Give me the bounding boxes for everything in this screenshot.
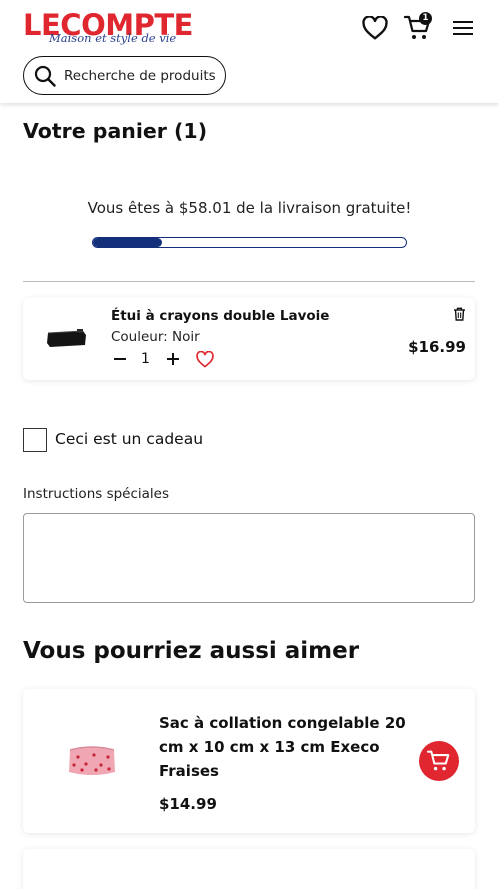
search-bar[interactable]: Recherche de produits	[23, 56, 226, 95]
free-shipping-message: Vous êtes à $58.01 de la livraison gratu…	[87, 199, 412, 217]
search-icon	[34, 65, 56, 87]
plus-icon	[167, 353, 179, 365]
product-thumbnail[interactable]	[65, 741, 119, 781]
menu-button[interactable]	[448, 12, 478, 44]
logo-tagline: Maison et style de vie	[49, 31, 177, 45]
cart-count-badge: 1	[419, 12, 432, 25]
trash-icon	[453, 307, 465, 321]
recommendation-price: $14.99	[159, 795, 217, 813]
recommendation-card	[23, 849, 475, 889]
logo[interactable]: LECOMPTE Maison et style de vie	[23, 10, 193, 46]
item-name[interactable]: Étui à crayons double Lavoie	[111, 308, 329, 324]
menu-icon	[453, 21, 473, 35]
cart-title: Votre panier (1)	[23, 119, 208, 143]
decrease-quantity-button[interactable]	[111, 350, 129, 368]
item-price: $16.99	[408, 338, 466, 356]
item-variant: Couleur: Noir	[111, 329, 200, 345]
increase-quantity-button[interactable]	[164, 350, 182, 368]
minus-icon	[114, 358, 126, 360]
recommendation-name[interactable]: Sac à collation congelable 20 cm x 10 cm…	[159, 711, 409, 783]
gift-checkbox[interactable]	[23, 428, 47, 452]
wishlist-button[interactable]	[360, 12, 390, 44]
add-to-wishlist-button[interactable]	[195, 349, 215, 369]
recommendations-title: Vous pourriez aussi aimer	[23, 638, 360, 664]
shipping-progress-bar	[92, 237, 407, 248]
add-to-cart-icon	[427, 750, 450, 771]
quantity-value[interactable]: 1	[141, 351, 150, 367]
cart-button[interactable]: 1	[403, 12, 433, 44]
divider	[23, 281, 475, 282]
cart-line-item: Étui à crayons double Lavoie Couleur: No…	[23, 298, 475, 380]
recommendation-card: Sac à collation congelable 20 cm x 10 cm…	[23, 689, 475, 833]
heart-icon	[196, 350, 214, 367]
heart-icon	[362, 16, 388, 40]
search-input[interactable]: Recherche de produits	[64, 68, 216, 84]
gift-checkbox-label[interactable]: Ceci est un cadeau	[55, 430, 203, 448]
product-thumbnail[interactable]	[45, 326, 89, 352]
add-to-cart-button[interactable]	[419, 741, 459, 781]
shipping-progress-fill	[93, 238, 162, 247]
site-header: LECOMPTE Maison et style de vie 1 Recher…	[0, 0, 499, 103]
special-instructions-field[interactable]	[23, 513, 475, 603]
special-instructions-label: Instructions spéciales	[23, 486, 170, 502]
remove-item-button[interactable]	[451, 306, 467, 322]
